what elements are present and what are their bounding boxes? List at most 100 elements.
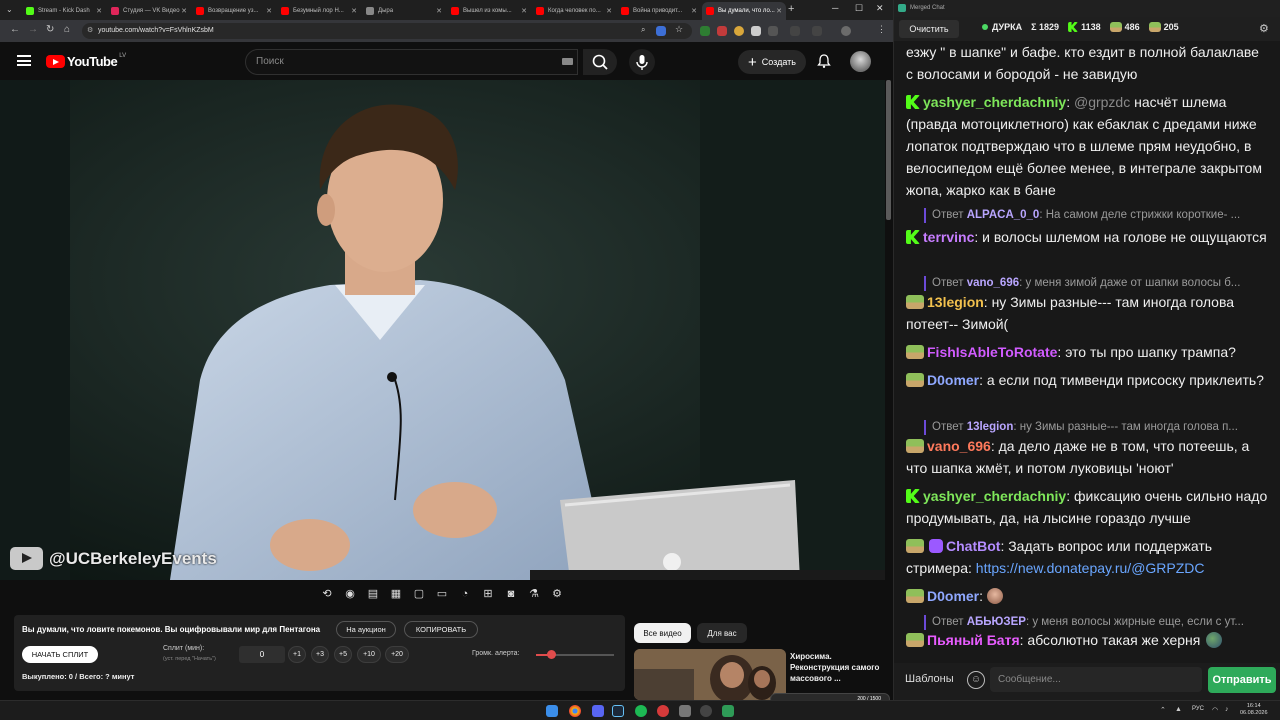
chat-username[interactable]: Пьяный Батя <box>927 632 1020 648</box>
tab-close-icon[interactable]: ✕ <box>776 7 782 15</box>
templates-button[interactable]: Шаблоны <box>905 673 954 685</box>
browser-tab[interactable]: Возвращение уз... ✕ <box>192 2 276 20</box>
home-icon[interactable]: ⌂ <box>64 24 70 35</box>
voice-search-button[interactable] <box>629 49 655 75</box>
extension-icon-1[interactable] <box>700 26 710 36</box>
chip-all-videos[interactable]: Все видео <box>634 623 691 643</box>
maximize-icon[interactable]: ☐ <box>855 3 863 14</box>
subtitles-settings-icon[interactable]: ▤ <box>364 585 382 603</box>
reply-username[interactable]: АБЬЮЗЕР <box>967 616 1026 628</box>
start-split-button[interactable]: НАЧАТЬ СПЛИТ <box>22 646 98 663</box>
new-tab-button[interactable]: + <box>788 3 794 15</box>
tray-wifi-icon[interactable]: ◠ <box>1212 706 1218 714</box>
recommendation-title[interactable]: Хиросима. Реконструкция самого массового… <box>790 651 882 684</box>
chat-username[interactable]: ChatBot <box>946 538 1000 554</box>
obs-icon[interactable] <box>700 705 712 717</box>
chat-username[interactable]: terrvinc <box>923 229 974 245</box>
step-button-5[interactable]: +5 <box>334 646 352 663</box>
clear-chat-button[interactable]: Очистить <box>899 20 959 38</box>
alert-volume-slider[interactable] <box>546 650 556 659</box>
auction-button[interactable]: На аукцион <box>336 621 396 638</box>
recommendation-thumbnail[interactable] <box>634 649 786 700</box>
speed-gauge-icon[interactable]: ◔ <box>456 585 474 603</box>
video-player[interactable]: @UCBerkeleyEvents <box>0 80 885 580</box>
clock[interactable]: 16:14 06.08.2026 <box>1240 703 1268 717</box>
keyboard-icon[interactable] <box>562 58 573 65</box>
split-minutes-input[interactable]: 0 <box>239 646 285 663</box>
tab-close-icon[interactable]: ✕ <box>266 7 272 15</box>
browser-tab[interactable]: Когда человек по... ✕ <box>532 2 616 20</box>
chat-mention[interactable]: @grpzdc <box>1074 94 1130 110</box>
browser-tab[interactable]: Stream - Kick Dash ✕ <box>22 2 106 20</box>
clapperboard-icon[interactable]: ▦ <box>387 585 405 603</box>
windows-start-icon[interactable] <box>546 705 558 717</box>
reply-username[interactable]: vano_696 <box>967 277 1019 289</box>
settings-gear-icon[interactable]: ⚙ <box>548 585 566 603</box>
step-button-20[interactable]: +20 <box>385 646 409 663</box>
extension-icon-2[interactable] <box>717 26 727 36</box>
copy-button[interactable]: КОПИРОВАТЬ <box>404 621 478 638</box>
app-icon-3[interactable] <box>722 705 734 717</box>
tray-volume-icon[interactable]: ♪ <box>1225 706 1229 713</box>
extension-icon-3[interactable] <box>734 26 744 36</box>
chip-for-you[interactable]: Для вас <box>697 623 747 643</box>
browser-tab[interactable]: Война приводит... ✕ <box>617 2 701 20</box>
tab-close-icon[interactable]: ✕ <box>606 7 612 15</box>
extensions-puzzle-icon[interactable] <box>790 26 800 36</box>
flask-icon[interactable]: ⚗ <box>525 585 543 603</box>
zoom-icon[interactable]: ⌕ <box>641 25 645 35</box>
tab-search-icon[interactable]: ⌄ <box>6 5 13 14</box>
bookmark-star-icon[interactable]: ☆ <box>675 24 683 35</box>
message-input[interactable]: Сообщение... <box>990 667 1202 692</box>
chrome-menu-icon[interactable]: ⋮ <box>877 24 887 34</box>
extension-icon-4[interactable] <box>751 26 761 36</box>
minimize-icon[interactable]: ─ <box>832 3 838 13</box>
tab-close-icon[interactable]: ✕ <box>521 7 527 15</box>
search-input[interactable]: Поиск <box>245 49 578 75</box>
chat-username[interactable]: yashyer_cherdachniy <box>923 488 1066 504</box>
screenshot-camera-icon[interactable]: ◙ <box>502 585 520 603</box>
reply-username[interactable]: ALPACA_0_0 <box>967 209 1040 221</box>
tab-close-icon[interactable]: ✕ <box>436 7 442 15</box>
youtube-logo[interactable]: YouTube LV <box>46 53 126 69</box>
browser-tab[interactable]: Вы думали, что ло... ✕ <box>702 2 786 20</box>
reload-icon[interactable]: ↻ <box>46 24 54 35</box>
theater-mode-icon[interactable]: ▭ <box>433 585 451 603</box>
add-frame-icon[interactable]: ⊞ <box>479 585 497 603</box>
step-button-1[interactable]: +1 <box>288 646 306 663</box>
app-icon-2[interactable] <box>679 705 691 717</box>
chrome-icon[interactable] <box>569 705 581 717</box>
reply-preview[interactable]: Ответ АБЬЮЗЕР: у меня волосы жирные еще,… <box>924 615 1264 630</box>
extension-translate-icon[interactable] <box>656 26 666 36</box>
account-avatar[interactable] <box>850 51 871 72</box>
create-button[interactable]: + Создать <box>738 50 806 74</box>
reply-preview[interactable]: Ответ ALPACA_0_0: На самом деле стрижки … <box>924 208 1264 223</box>
reply-preview[interactable]: Ответ vano_696: у меня зимой даже от шап… <box>924 276 1264 291</box>
reply-preview[interactable]: Ответ 13legion: ну Зимы разные--- там ин… <box>924 420 1264 435</box>
extension-icon-5[interactable] <box>768 26 778 36</box>
menu-hamburger-icon[interactable] <box>17 55 31 66</box>
chat-username[interactable]: 13legion <box>927 294 984 310</box>
browser-tab[interactable]: Безумный лор Н... ✕ <box>277 2 361 20</box>
tab-close-icon[interactable]: ✕ <box>96 7 102 15</box>
page-scrollbar[interactable] <box>886 80 891 220</box>
search-button[interactable] <box>583 49 617 75</box>
downloads-icon[interactable] <box>812 26 822 36</box>
tab-close-icon[interactable]: ✕ <box>181 7 187 15</box>
chat-settings-gear-icon[interactable]: ⚙ <box>1259 22 1269 35</box>
keyboard-language[interactable]: РУС <box>1192 706 1204 712</box>
notifications-bell-icon[interactable] <box>816 53 832 74</box>
tray-chevron-icon[interactable]: ⌃ <box>1160 706 1166 714</box>
browser-tab[interactable]: Вышел из комы... ✕ <box>447 2 531 20</box>
step-button-3[interactable]: +3 <box>311 646 329 663</box>
loop-icon[interactable]: ⟲ <box>318 585 336 603</box>
reply-username[interactable]: 13legion <box>967 421 1014 433</box>
chat-username[interactable]: D0omer <box>927 372 979 388</box>
emoji-smile-icon[interactable]: ☺ <box>967 671 985 689</box>
chat-username[interactable]: D0omer <box>927 588 979 604</box>
close-icon[interactable]: ✕ <box>876 3 884 14</box>
tab-close-icon[interactable]: ✕ <box>351 7 357 15</box>
step-button-10[interactable]: +10 <box>357 646 381 663</box>
chat-username[interactable]: yashyer_cherdachniy <box>923 94 1066 110</box>
profile-icon[interactable] <box>841 26 851 36</box>
